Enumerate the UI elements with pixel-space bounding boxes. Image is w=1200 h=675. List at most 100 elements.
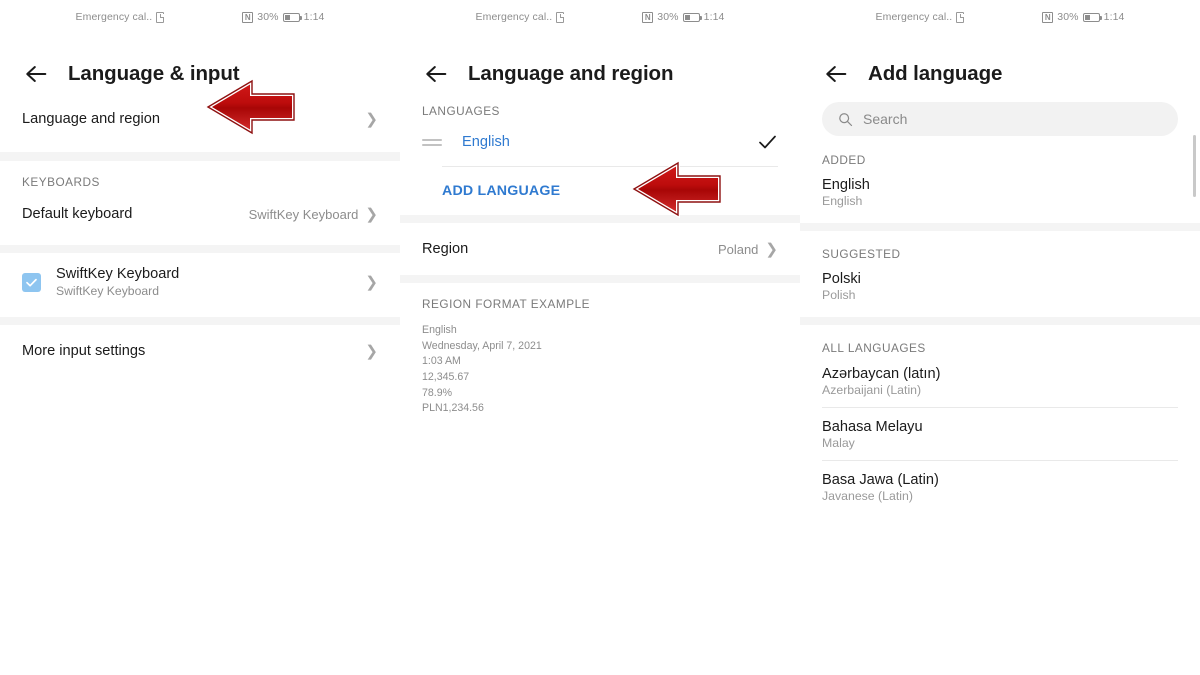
check-icon bbox=[26, 278, 37, 287]
row-language-and-region-label: Language and region bbox=[22, 111, 160, 127]
search-field[interactable]: Search bbox=[822, 102, 1178, 136]
row-more-input-settings-label: More input settings bbox=[22, 343, 146, 359]
status-bar-left: Emergency cal.. bbox=[876, 11, 965, 23]
page-title: Language & input bbox=[68, 62, 240, 85]
status-bar-right: N 30% 1:14 bbox=[1042, 11, 1124, 23]
chevron-right-icon: ❯ bbox=[365, 110, 378, 128]
language-english-name: Malay bbox=[822, 435, 855, 450]
back-arrow-icon[interactable] bbox=[22, 60, 50, 88]
clock-label: 1:14 bbox=[1103, 11, 1125, 23]
section-band bbox=[0, 245, 400, 253]
screen-language-and-input: Emergency cal.. N 30% 1:14 Language & in… bbox=[0, 0, 400, 675]
section-header-all-languages: ALL LANGUAGES bbox=[822, 341, 926, 355]
row-default-keyboard[interactable]: Default keyboard SwiftKey Keyboard ❯ bbox=[0, 189, 400, 239]
language-native-name: Polski bbox=[822, 270, 861, 287]
list-item-language[interactable]: Azərbaycan (latın) Azerbaijani (Latin) bbox=[800, 355, 1200, 407]
clock-label: 1:14 bbox=[303, 11, 325, 23]
battery-icon bbox=[1082, 12, 1102, 22]
section-band bbox=[800, 223, 1200, 231]
status-bar: Emergency cal.. N 30% 1:14 bbox=[0, 0, 400, 34]
row-language-english[interactable]: English bbox=[400, 118, 800, 166]
clock-label: 1:14 bbox=[703, 11, 725, 23]
section-band bbox=[400, 215, 800, 223]
language-native-name: Basa Jawa (Latin) bbox=[822, 471, 939, 488]
no-signal-icon: N bbox=[1042, 11, 1054, 23]
search-input[interactable]: Search bbox=[863, 111, 907, 127]
row-swiftkey-keyboard[interactable]: SwiftKey Keyboard SwiftKey Keyboard ❯ bbox=[0, 253, 400, 311]
list-item-language[interactable]: Polski Polish bbox=[800, 261, 1200, 311]
section-band bbox=[0, 152, 400, 161]
section-header-keyboards: KEYBOARDS bbox=[22, 175, 100, 189]
sim-card-icon bbox=[956, 11, 965, 23]
list-item-language[interactable]: Basa Jawa (Latin) Javanese (Latin) bbox=[800, 461, 1200, 513]
format-line: 1:03 AM bbox=[422, 355, 461, 368]
section-band bbox=[400, 275, 800, 283]
row-region[interactable]: Region Poland ❯ bbox=[400, 223, 800, 275]
page-title: Add language bbox=[868, 62, 1003, 85]
language-native-name: Bahasa Melayu bbox=[822, 418, 923, 435]
language-english-name: Polish bbox=[822, 287, 856, 302]
list-item-language[interactable]: Bahasa Melayu Malay bbox=[800, 408, 1200, 460]
row-region-label: Region bbox=[422, 241, 469, 257]
battery-icon bbox=[682, 12, 702, 22]
status-bar: Emergency cal.. N 30% 1:14 bbox=[800, 0, 1200, 34]
row-swiftkey-title: SwiftKey Keyboard bbox=[56, 266, 180, 282]
page-title: Language and region bbox=[468, 62, 674, 85]
search-icon bbox=[839, 112, 853, 126]
swiftkey-checkbox[interactable] bbox=[22, 272, 41, 292]
language-english-name: English bbox=[822, 193, 863, 208]
row-default-keyboard-label: Default keyboard bbox=[22, 206, 133, 222]
row-swiftkey-subtitle: SwiftKey Keyboard bbox=[56, 284, 159, 298]
section-header-suggested: SUGGESTED bbox=[822, 247, 901, 261]
chevron-right-icon: ❯ bbox=[765, 240, 778, 258]
format-line: PLN1,234.56 bbox=[422, 402, 484, 415]
language-english-name: Javanese (Latin) bbox=[822, 488, 913, 503]
row-more-input-settings[interactable]: More input settings ❯ bbox=[0, 325, 400, 377]
app-bar: Language & input bbox=[0, 34, 400, 96]
app-bar: Language and region bbox=[400, 34, 800, 96]
no-signal-icon: N bbox=[242, 11, 254, 23]
battery-percent-label: 30% bbox=[1057, 11, 1079, 23]
list-item-language[interactable]: English English bbox=[800, 167, 1200, 217]
section-header-region-format-example: REGION FORMAT EXAMPLE bbox=[422, 297, 591, 311]
add-language-label: ADD LANGUAGE bbox=[442, 183, 561, 199]
carrier-label: Emergency cal.. bbox=[875, 11, 953, 23]
row-region-value: Poland bbox=[717, 241, 759, 257]
three-screen-walkthrough: Emergency cal.. N 30% 1:14 Language & in… bbox=[0, 0, 1200, 675]
format-line: English bbox=[422, 324, 457, 336]
sim-card-icon bbox=[556, 11, 565, 23]
format-line: Wednesday, April 7, 2021 bbox=[422, 339, 542, 352]
format-line: 78.9% bbox=[422, 386, 453, 399]
carrier-label: Emergency cal.. bbox=[75, 11, 153, 23]
section-band bbox=[800, 317, 1200, 325]
sim-card-icon bbox=[156, 11, 165, 23]
app-bar: Add language bbox=[800, 34, 1200, 96]
status-bar: Emergency cal.. N 30% 1:14 bbox=[400, 0, 800, 34]
drag-handle-icon[interactable] bbox=[422, 138, 442, 146]
no-signal-icon: N bbox=[642, 11, 654, 23]
back-arrow-icon[interactable] bbox=[422, 60, 450, 88]
row-add-language[interactable]: ADD LANGUAGE bbox=[400, 167, 800, 215]
battery-percent-label: 30% bbox=[657, 11, 679, 23]
screen-language-and-region: Emergency cal.. N 30% 1:14 Language and … bbox=[400, 0, 800, 675]
scrollbar-thumb[interactable] bbox=[1193, 135, 1196, 197]
status-bar-right: N 30% 1:14 bbox=[642, 11, 724, 23]
status-bar-left: Emergency cal.. bbox=[476, 11, 565, 23]
section-header-added: ADDED bbox=[822, 153, 866, 167]
row-language-english-label: English bbox=[462, 134, 510, 150]
battery-icon bbox=[282, 12, 302, 22]
status-bar-right: N 30% 1:14 bbox=[242, 11, 324, 23]
chevron-right-icon: ❯ bbox=[365, 342, 378, 360]
language-native-name: Azərbaycan (latın) bbox=[822, 365, 941, 382]
chevron-right-icon: ❯ bbox=[365, 205, 378, 223]
row-language-and-region[interactable]: Language and region ❯ bbox=[0, 96, 400, 142]
section-band bbox=[0, 317, 400, 325]
back-arrow-icon[interactable] bbox=[822, 60, 850, 88]
